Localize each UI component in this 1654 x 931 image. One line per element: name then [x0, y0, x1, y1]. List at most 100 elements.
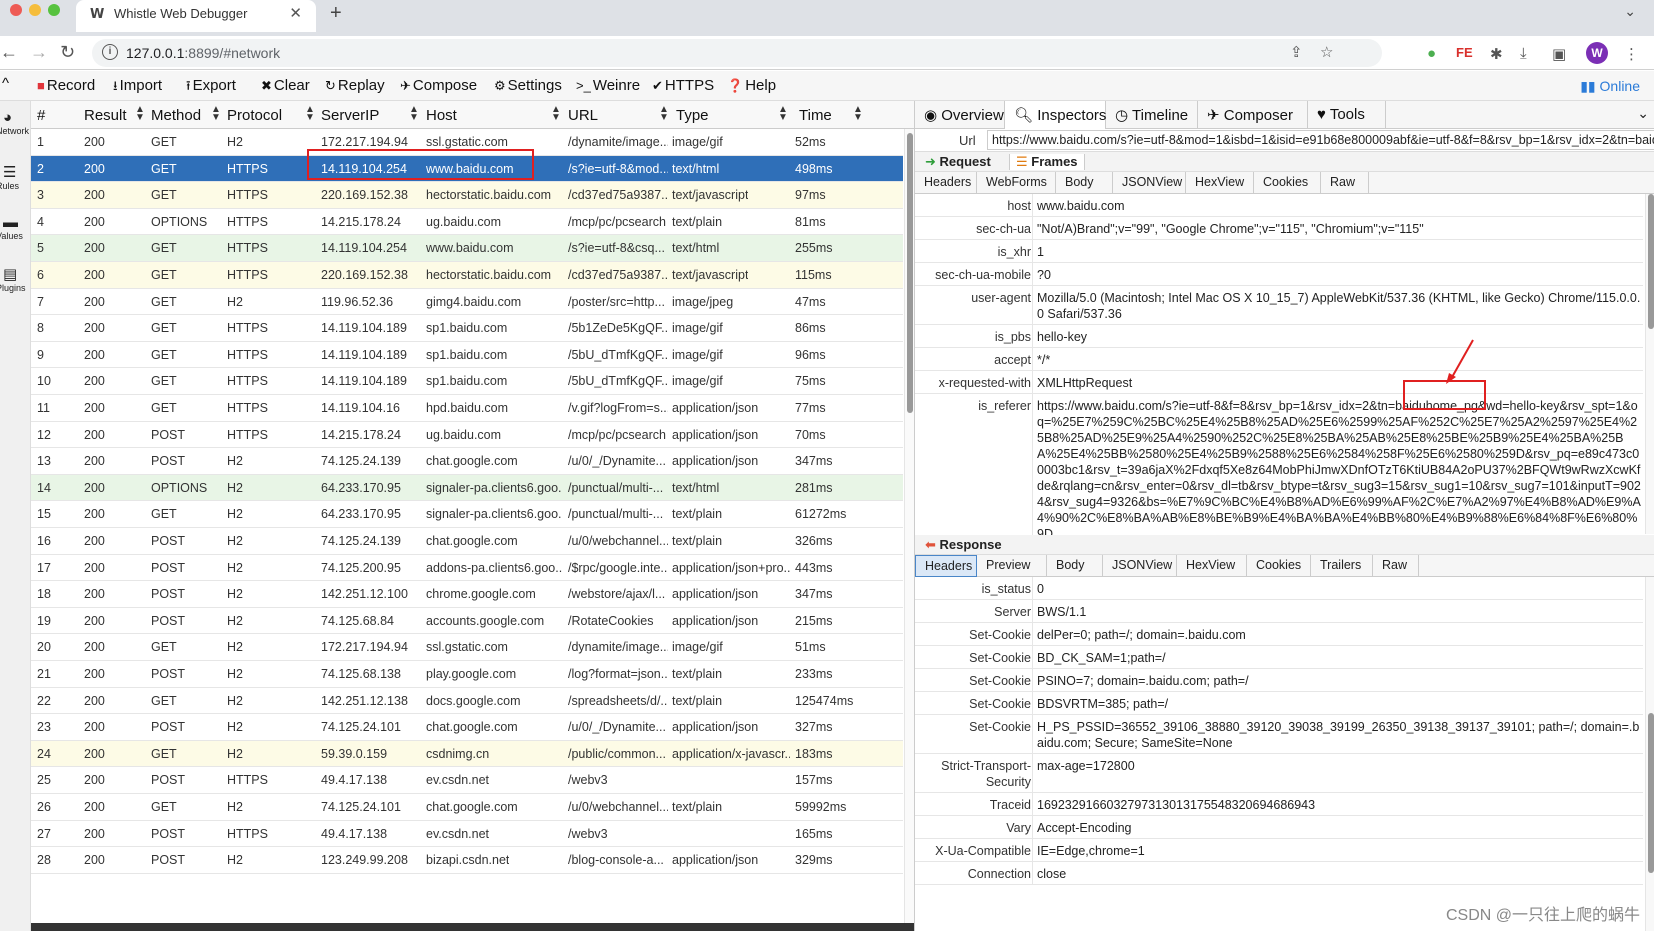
table-row[interactable]: 9 200 GET HTTPS 14.119.104.189 sp1.baidu.com /…: [31, 342, 903, 369]
extension-green-icon[interactable]: ●: [1427, 45, 1436, 62]
subtab-cookies[interactable]: Cookies: [1254, 172, 1321, 194]
tab-inspectors[interactable]: 🔍︎ Inspectors: [1005, 101, 1106, 129]
tab-tools[interactable]: ♥ Tools: [1308, 101, 1386, 129]
settings-button[interactable]: ⚙ Settings: [494, 77, 562, 94]
extension-fe-icon[interactable]: FE: [1456, 45, 1473, 60]
header-value[interactable]: Mozilla/5.0 (Macintosh; Intel Mac OS X 1…: [1037, 290, 1641, 323]
tab-overview[interactable]: ◉ Overview: [915, 101, 1005, 129]
response-heading[interactable]: ⬅ Response: [925, 537, 1002, 553]
column-header-host[interactable]: Host: [426, 107, 457, 124]
table-row[interactable]: 10 200 GET HTTPS 14.119.104.189 sp1.baidu.com…: [31, 368, 903, 395]
sort-result-icon[interactable]: ▲ ▼: [135, 105, 145, 123]
table-row[interactable]: 20 200 GET H2 172.217.194.94 ssl.gstatic.com /…: [31, 634, 903, 661]
header-value[interactable]: close: [1037, 866, 1641, 883]
online-status-button[interactable]: ▮▮ Online: [1580, 78, 1640, 95]
table-row[interactable]: 16 200 POST H2 74.125.24.139 chat.google.com /…: [31, 528, 903, 555]
table-row[interactable]: 12 200 POST HTTPS 14.215.178.24 ug.baidu.com /…: [31, 422, 903, 449]
table-row[interactable]: 4 200 OPTIONS HTTPS 14.215.178.24 ug.baidu.co…: [31, 209, 903, 236]
scrollbar-thumb[interactable]: [1648, 713, 1654, 873]
frames-heading[interactable]: ☰ Frames: [1009, 154, 1085, 170]
table-row[interactable]: 17 200 POST H2 74.125.200.95 addons-pa.client…: [31, 555, 903, 582]
sidebar-item-values[interactable]: ▬ Values: [0, 214, 31, 241]
reload-icon[interactable]: ↻: [60, 42, 75, 63]
share-icon[interactable]: ⇪: [1290, 43, 1303, 61]
header-value[interactable]: max-age=172800: [1037, 758, 1641, 791]
column-header-protocol[interactable]: Protocol: [227, 107, 282, 124]
table-row[interactable]: 14 200 OPTIONS H2 64.233.170.95 signaler-pa.c…: [31, 474, 903, 502]
column-header-index[interactable]: #: [37, 107, 45, 124]
subtab-jsonview[interactable]: JSONView: [1113, 172, 1186, 194]
avatar[interactable]: W: [1586, 42, 1608, 64]
table-row[interactable]: 24 200 GET H2 59.39.0.159 csdnimg.cn/public/c…: [31, 740, 903, 768]
header-value[interactable]: IE=Edge,chrome=1: [1037, 843, 1641, 860]
https-button[interactable]: ✔ HTTPS: [652, 77, 714, 94]
header-value[interactable]: hello-key: [1037, 329, 1641, 346]
clear-button[interactable]: ✖ Clear: [261, 77, 310, 94]
compose-button[interactable]: ✈ Compose: [400, 77, 477, 94]
sort-time-icon[interactable]: ▲ ▼: [853, 105, 863, 123]
header-value[interactable]: PSINO=7; domain=.baidu.com; path=/: [1037, 673, 1641, 690]
sidebar-item-plugins[interactable]: ▤ Plugins: [0, 265, 31, 293]
sort-url-icon[interactable]: ▲ ▼: [659, 105, 669, 123]
table-row[interactable]: 7 200 GET H2 119.96.52.36 gimg4.baidu.com/pos…: [31, 289, 903, 316]
subtab-hexview[interactable]: HexView: [1177, 555, 1247, 577]
new-tab-button[interactable]: +: [330, 2, 342, 25]
export-button[interactable]: ⭱ Export: [186, 77, 236, 99]
response-scrollbar[interactable]: [1645, 577, 1654, 931]
subtab-body[interactable]: Body: [1056, 172, 1113, 194]
subtab-headers[interactable]: Headers: [915, 172, 977, 194]
header-value[interactable]: XMLHttpRequest: [1037, 375, 1641, 392]
header-value[interactable]: BWS/1.1: [1037, 604, 1641, 621]
column-header-result[interactable]: Result: [84, 107, 127, 124]
import-button[interactable]: ⭳ Import: [113, 77, 162, 99]
table-row[interactable]: 3 200 GET HTTPS 220.169.152.38 hectorstatic.b…: [31, 182, 903, 209]
header-value[interactable]: "Not/A)Brand";v="99", "Google Chrome";v=…: [1037, 221, 1641, 238]
tab-close-icon[interactable]: ✕: [289, 4, 302, 22]
column-header-method[interactable]: Method: [151, 107, 201, 124]
header-value[interactable]: delPer=0; path=/; domain=.baidu.com: [1037, 627, 1641, 644]
subtab-preview[interactable]: Preview: [977, 555, 1047, 577]
header-value[interactable]: 1692329166032797313013175548320694686943: [1037, 797, 1641, 814]
sort-host-icon[interactable]: ▲ ▼: [551, 105, 561, 123]
header-value[interactable]: 1: [1037, 244, 1641, 261]
table-row[interactable]: 26 200 GET H2 74.125.24.101 chat.google.com/u…: [31, 794, 903, 821]
subtab-raw[interactable]: Raw: [1373, 555, 1419, 577]
help-button[interactable]: ❓ Help: [727, 77, 776, 94]
subtab-trailers[interactable]: Trailers: [1311, 555, 1373, 577]
header-value[interactable]: https://www.baidu.com/s?ie=utf-8&f=8&rsv…: [1037, 398, 1641, 536]
header-value[interactable]: */*: [1037, 352, 1641, 369]
scrollbar-thumb[interactable]: [907, 133, 913, 413]
browser-tab[interactable]: W Whistle Web Debugger ✕: [76, 0, 316, 32]
column-header-url[interactable]: URL: [568, 107, 598, 124]
forward-icon[interactable]: →: [30, 42, 48, 63]
back-icon[interactable]: ←: [0, 42, 18, 63]
table-row[interactable]: 28 200 POST H2 123.249.99.208 bizapi.csdn.net…: [31, 847, 903, 874]
tab-composer[interactable]: ✈ Composer: [1198, 101, 1308, 129]
table-row[interactable]: 13 200 POST H2 74.125.24.139 chat.google.com /…: [31, 448, 903, 475]
maximize-window-button[interactable]: [48, 4, 60, 16]
address-url[interactable]: 127.0.0.1:8899/#network: [126, 45, 280, 61]
header-value[interactable]: H_PS_PSSID=36552_39106_38880_39120_39038…: [1037, 719, 1641, 752]
site-info-icon[interactable]: i: [102, 44, 118, 60]
table-row[interactable]: 6 200 GET HTTPS 220.169.152.38 hectorstatic.b…: [31, 262, 903, 289]
subtab-cookies[interactable]: Cookies: [1247, 555, 1311, 577]
record-button[interactable]: ■ Record: [37, 77, 95, 94]
browser-menu-icon[interactable]: ⋮: [1624, 45, 1639, 63]
request-heading[interactable]: ➜ Request: [925, 154, 991, 170]
table-row[interactable]: 11 200 GET HTTPS 14.119.104.16 hpd.baidu.com /…: [31, 395, 903, 422]
address-bar[interactable]: i 127.0.0.1:8899/#network ⇪ ☆: [92, 39, 1382, 67]
sidebar-item-network[interactable]: ◕ Network: [0, 109, 31, 136]
replay-button[interactable]: ↻ Replay: [325, 77, 385, 94]
minimize-window-button[interactable]: [29, 4, 41, 16]
subtab-body[interactable]: Body: [1047, 555, 1103, 577]
extensions-puzzle-icon[interactable]: ✱: [1490, 45, 1503, 63]
subtab-raw[interactable]: Raw: [1321, 172, 1369, 194]
header-value[interactable]: BDSVRTM=385; path=/: [1037, 696, 1641, 713]
subtab-headers[interactable]: Headers: [915, 555, 977, 577]
table-row[interactable]: 18 200 POST H2 142.251.12.100 chrome.google.c…: [31, 581, 903, 608]
header-value[interactable]: 0: [1037, 581, 1641, 598]
table-row[interactable]: 23 200 POST H2 74.125.24.101 chat.google.com /…: [31, 714, 903, 741]
table-row[interactable]: 15 200 GET H2 64.233.170.95 signaler-pa.clien…: [31, 501, 903, 528]
weinre-button[interactable]: >_ Weinre: [576, 77, 640, 94]
sort-serverip-icon[interactable]: ▲ ▼: [409, 105, 419, 123]
